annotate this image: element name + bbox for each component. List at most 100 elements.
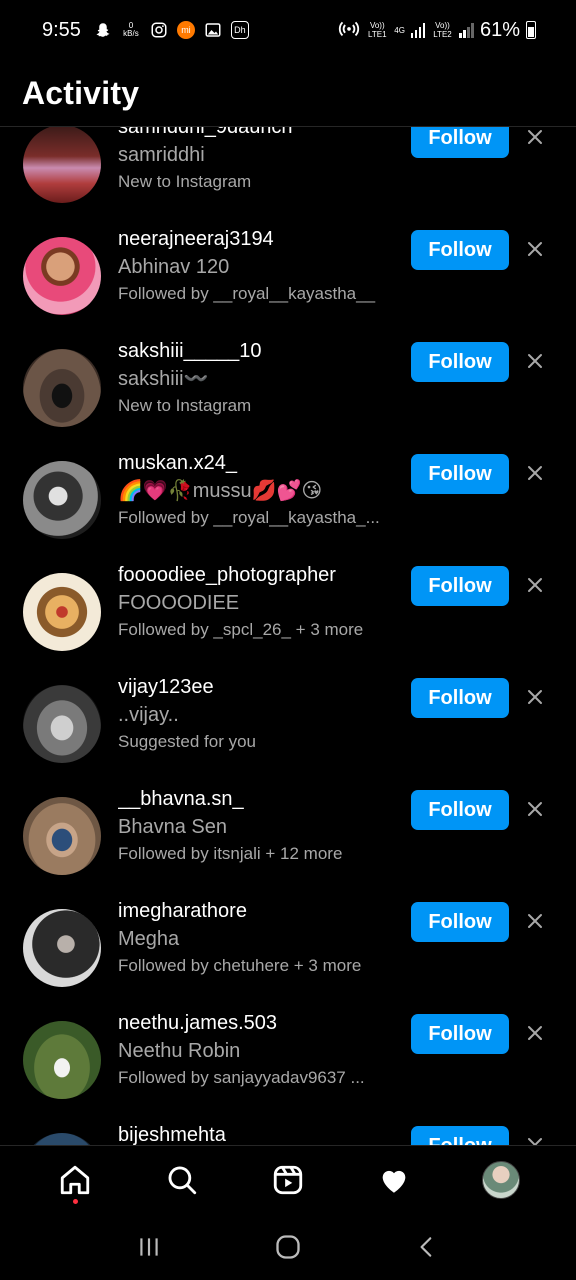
suggestion-reason: Followed by itsnjali + 12 more — [118, 844, 343, 863]
username[interactable]: samriddhi_9daurich — [118, 127, 403, 141]
data-speed: 0 kB/s — [121, 20, 141, 40]
back-icon[interactable] — [403, 1223, 451, 1271]
home-circle-icon[interactable] — [264, 1223, 312, 1271]
avatar[interactable] — [23, 237, 101, 315]
full-name: sakshiii〰️ — [118, 368, 209, 390]
recent-apps-icon[interactable] — [125, 1223, 173, 1271]
mi-icon: mi — [176, 21, 195, 39]
battery-icon — [526, 21, 536, 39]
avatar[interactable] — [23, 127, 101, 203]
avatar[interactable] — [23, 909, 101, 987]
follow-button[interactable]: Follow — [411, 127, 509, 158]
activity-heart-icon[interactable] — [366, 1152, 422, 1208]
follow-button[interactable]: Follow — [411, 342, 509, 382]
avatar[interactable] — [23, 685, 101, 763]
list-item[interactable]: sakshiii_____10 sakshiii〰️ New to Instag… — [0, 337, 576, 449]
follow-button[interactable]: Follow — [411, 1126, 509, 1145]
close-icon[interactable] — [522, 796, 548, 822]
list-item[interactable]: __bhavna.sn_ Bhavna Sen Followed by itsn… — [0, 785, 576, 897]
status-time: 9:55 — [42, 18, 81, 41]
list-item[interactable]: vijay123ee ..vijay.. Suggested for you F… — [0, 673, 576, 785]
follow-button[interactable]: Follow — [411, 566, 509, 606]
close-icon[interactable] — [522, 236, 548, 262]
avatar[interactable] — [23, 461, 101, 539]
username[interactable]: bijeshmehta — [118, 1121, 403, 1145]
follow-button[interactable]: Follow — [411, 902, 509, 942]
avatar[interactable] — [23, 1133, 101, 1145]
username[interactable]: imegharathore — [118, 897, 403, 925]
close-icon[interactable] — [522, 684, 548, 710]
close-icon[interactable] — [522, 1132, 548, 1145]
home-icon[interactable] — [47, 1152, 103, 1208]
follow-button[interactable]: Follow — [411, 790, 509, 830]
full-name: ..vijay.. — [118, 704, 179, 726]
list-item[interactable]: neethu.james.503 Neethu Robin Followed b… — [0, 1009, 576, 1121]
username[interactable]: sakshiii_____10 — [118, 337, 403, 365]
notification-dot — [72, 1199, 78, 1204]
full-name: 🌈💗🥀mussu💋💕😘 — [118, 480, 323, 502]
suggestion-reason: Followed by chetuhere + 3 more — [118, 956, 362, 975]
suggestions-list: samriddhi_9daurich samriddhi New to Inst… — [0, 127, 576, 1145]
suggestions-scroll-area[interactable]: samriddhi_9daurich samriddhi New to Inst… — [0, 127, 576, 1145]
profile-avatar[interactable] — [473, 1152, 529, 1208]
reels-icon[interactable] — [260, 1152, 316, 1208]
user-info: vijay123ee ..vijay.. Suggested for you — [118, 673, 403, 755]
user-info: muskan.x24_ 🌈💗🥀mussu💋💕😘 Followed by __ro… — [118, 449, 403, 531]
follow-button[interactable]: Follow — [411, 454, 509, 494]
close-icon[interactable] — [522, 460, 548, 486]
list-item[interactable]: imegharathore Megha Followed by chetuher… — [0, 897, 576, 1009]
search-icon[interactable] — [154, 1152, 210, 1208]
suggestion-reason: Followed by sanjayyadav9637 ... — [118, 1068, 365, 1087]
gallery-icon — [203, 20, 223, 40]
follow-button[interactable]: Follow — [411, 678, 509, 718]
close-icon[interactable] — [522, 908, 548, 934]
full-name: FOOOODIEE — [118, 592, 240, 614]
user-info: samriddhi_9daurich samriddhi New to Inst… — [118, 127, 403, 195]
suggestion-reason: Suggested for you — [118, 732, 256, 751]
avatar[interactable] — [23, 1021, 101, 1099]
full-name: Abhinav 120 — [118, 256, 230, 278]
username[interactable]: foooodiee_photographer — [118, 561, 403, 589]
user-info: sakshiii_____10 sakshiii〰️ New to Instag… — [118, 337, 403, 419]
sim1-label: Vo)) LTE1 — [368, 21, 387, 39]
suggestion-reason: Followed by __royal__kayastha_... — [118, 508, 380, 527]
username[interactable]: neethu.james.503 — [118, 1009, 403, 1037]
avatar[interactable] — [23, 349, 101, 427]
suggestion-reason: Followed by __royal__kayastha__ — [118, 284, 376, 303]
close-icon[interactable] — [522, 348, 548, 374]
speed-unit: kB/s — [123, 29, 139, 38]
list-item[interactable]: bijeshmehta Follow — [0, 1121, 576, 1145]
signal-strength-2-icon — [459, 22, 474, 38]
status-bar: 9:55 0 kB/s mi Dh Vo)) LTE1 4G Vo)) LTE2 … — [0, 0, 576, 60]
list-item[interactable]: foooodiee_photographer FOOOODIEE Followe… — [0, 561, 576, 673]
avatar[interactable] — [23, 797, 101, 875]
follow-button[interactable]: Follow — [411, 1014, 509, 1054]
close-icon[interactable] — [522, 1020, 548, 1046]
hotspot-icon — [338, 17, 360, 44]
user-info: bijeshmehta — [118, 1121, 403, 1145]
system-nav-bar — [0, 1214, 576, 1280]
user-info: __bhavna.sn_ Bhavna Sen Followed by itsn… — [118, 785, 403, 867]
profile-avatar-image — [481, 1161, 520, 1199]
username[interactable]: vijay123ee — [118, 673, 403, 701]
snapchat-icon — [93, 20, 113, 40]
user-info: foooodiee_photographer FOOOODIEE Followe… — [118, 561, 403, 643]
list-item[interactable]: muskan.x24_ 🌈💗🥀mussu💋💕😘 Followed by __ro… — [0, 449, 576, 561]
user-info: neethu.james.503 Neethu Robin Followed b… — [118, 1009, 403, 1091]
battery-percent: 61% — [479, 18, 520, 41]
list-item[interactable]: neerajneeraj3194 Abhinav 120 Followed by… — [0, 225, 576, 337]
full-name: Megha — [118, 928, 180, 950]
bottom-nav — [0, 1146, 576, 1214]
avatar[interactable] — [23, 573, 101, 651]
close-icon[interactable] — [522, 572, 548, 598]
user-info: imegharathore Megha Followed by chetuher… — [118, 897, 403, 979]
full-name: Neethu Robin — [118, 1040, 241, 1062]
username[interactable]: neerajneeraj3194 — [118, 225, 403, 253]
username[interactable]: muskan.x24_ — [118, 449, 403, 477]
signal-strength-icon — [410, 22, 426, 38]
username[interactable]: __bhavna.sn_ — [118, 785, 403, 813]
list-item[interactable]: samriddhi_9daurich samriddhi New to Inst… — [0, 127, 576, 225]
activity-header: Activity — [0, 60, 576, 126]
close-icon[interactable] — [522, 127, 548, 150]
follow-button[interactable]: Follow — [411, 230, 509, 270]
